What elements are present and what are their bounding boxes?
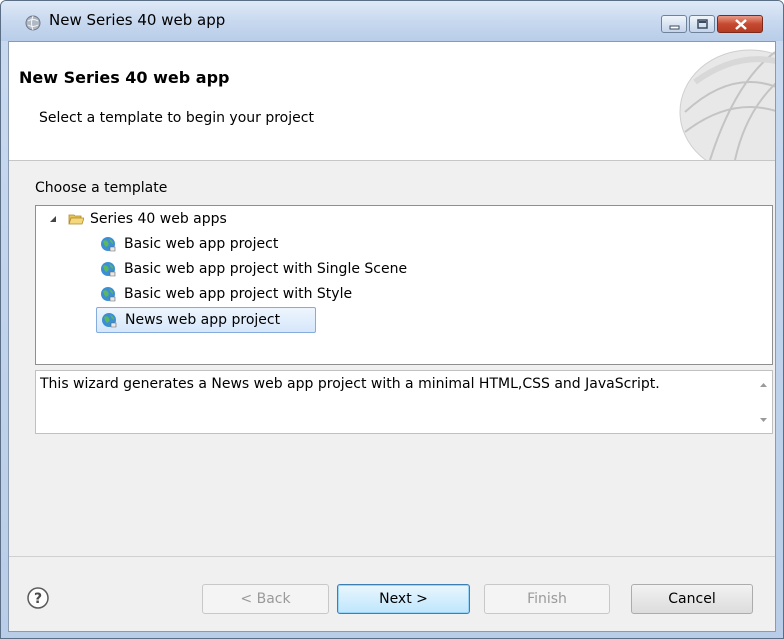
- wizard-header: New Series 40 web app Select a template …: [9, 42, 775, 161]
- web-project-icon: [101, 287, 116, 302]
- page-subtitle: Select a template to begin your project: [39, 110, 314, 126]
- folder-open-icon: [68, 214, 84, 225]
- footer-divider: [9, 556, 775, 557]
- tree-item-label: News web app project: [125, 312, 281, 328]
- close-button[interactable]: [717, 15, 763, 33]
- minimize-button[interactable]: [661, 15, 687, 33]
- window-title: New Series 40 web app: [49, 11, 226, 29]
- close-icon: [735, 19, 747, 30]
- tree-item-label: Basic web app project: [124, 236, 279, 252]
- web-project-icon: [101, 262, 116, 277]
- expanded-arrow-icon[interactable]: [48, 211, 58, 227]
- page-title: New Series 40 web app: [19, 68, 230, 87]
- back-button[interactable]: < Back: [202, 584, 329, 614]
- choose-template-label: Choose a template: [35, 180, 168, 196]
- wizard-content: New Series 40 web app Select a template …: [8, 41, 776, 632]
- app-globe-icon: [25, 15, 41, 31]
- tree-item-selected[interactable]: News web app project: [96, 307, 316, 333]
- description-text: This wizard generates a News web app pro…: [40, 376, 660, 392]
- help-icon[interactable]: ?: [27, 587, 49, 609]
- finish-button[interactable]: Finish: [484, 584, 610, 614]
- maximize-button[interactable]: [689, 15, 715, 33]
- cancel-button[interactable]: Cancel: [631, 584, 753, 614]
- maximize-icon: [697, 19, 708, 29]
- web-project-icon: [102, 313, 117, 328]
- description-box[interactable]: This wizard generates a News web app pro…: [35, 370, 773, 434]
- wizard-window: New Series 40 web app New Series 40 web …: [0, 0, 784, 639]
- wizard-banner-globe-icon: [679, 49, 775, 160]
- web-project-icon: [101, 237, 116, 252]
- tree-item-label: Basic web app project with Single Scene: [124, 261, 408, 277]
- template-tree[interactable]: Series 40 web apps Basic web app project…: [35, 205, 773, 365]
- minimize-icon: [669, 25, 680, 30]
- tree-item-label: Basic web app project with Style: [124, 286, 353, 302]
- description-scrollbar[interactable]: [755, 371, 772, 433]
- tree-folder-label: Series 40 web apps: [90, 211, 227, 227]
- svg-text:?: ?: [34, 591, 42, 607]
- next-button[interactable]: Next >: [337, 584, 470, 614]
- title-bar[interactable]: New Series 40 web app: [1, 1, 783, 41]
- scroll-arrows-icon: [760, 383, 767, 422]
